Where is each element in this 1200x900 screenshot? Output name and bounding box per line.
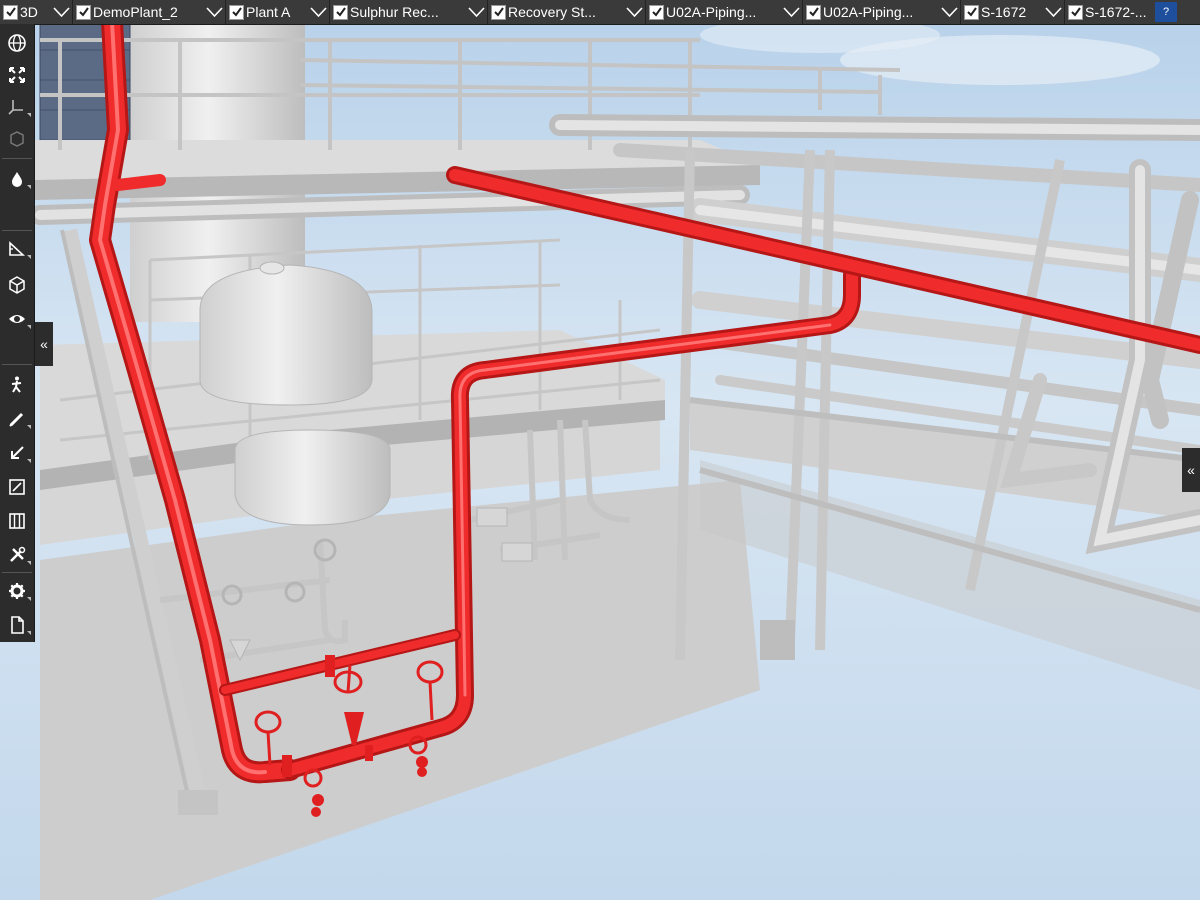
- markup-icon[interactable]: [0, 472, 34, 502]
- blank-tool[interactable]: [0, 196, 34, 226]
- chevron-down-icon[interactable]: [940, 2, 959, 22]
- chevron-down-icon[interactable]: [467, 2, 486, 22]
- walk-icon[interactable]: [0, 370, 34, 400]
- breadcrumb-label: Recovery St...: [508, 4, 596, 20]
- chevron-down-icon[interactable]: [1044, 2, 1063, 22]
- breadcrumb-item-piping-2[interactable]: U02A-Piping...: [803, 0, 961, 24]
- 3d-viewport[interactable]: [0, 0, 1200, 900]
- check-icon: [335, 7, 346, 17]
- checkbox[interactable]: [649, 4, 664, 20]
- breadcrumb-label: S-1672: [981, 4, 1027, 20]
- breadcrumb-item-sulphur[interactable]: Sulphur Rec...: [330, 0, 488, 24]
- chevron-down-icon[interactable]: [52, 2, 71, 22]
- checkbox[interactable]: [806, 4, 821, 20]
- breadcrumb-item-s1672[interactable]: S-1672: [961, 0, 1065, 24]
- pencil-icon[interactable]: [0, 404, 34, 434]
- drop-icon[interactable]: [0, 164, 34, 194]
- chevron-down-icon[interactable]: [625, 2, 644, 22]
- checkbox[interactable]: [333, 4, 348, 20]
- chevron-down-icon[interactable]: [782, 2, 801, 22]
- breadcrumb-label: Plant A: [246, 4, 291, 20]
- checkbox[interactable]: [1068, 4, 1083, 20]
- breadcrumb-label: 3D: [20, 4, 38, 20]
- table-icon[interactable]: [0, 506, 34, 536]
- breadcrumb-item-piping-1[interactable]: U02A-Piping...: [646, 0, 803, 24]
- eye-icon[interactable]: [0, 304, 34, 334]
- breadcrumb-item-3d[interactable]: 3D: [0, 0, 73, 24]
- help-button[interactable]: ?: [1155, 2, 1177, 22]
- check-icon: [966, 7, 977, 17]
- checkbox[interactable]: [76, 4, 91, 20]
- check-icon: [231, 7, 242, 17]
- fit-view-icon[interactable]: [0, 60, 34, 90]
- globe-icon[interactable]: [0, 28, 34, 58]
- document-icon[interactable]: [0, 610, 34, 640]
- breadcrumb-label: Sulphur Rec...: [350, 4, 439, 20]
- collapse-right-panel-button[interactable]: «: [1182, 448, 1200, 492]
- breadcrumb-item-s1672-sub[interactable]: S-1672-...: [1065, 0, 1200, 24]
- breadcrumb-item-recovery[interactable]: Recovery St...: [488, 0, 646, 24]
- chevron-down-icon[interactable]: [309, 2, 328, 22]
- measure-icon[interactable]: [0, 234, 34, 264]
- gear-icon[interactable]: [0, 576, 34, 606]
- breadcrumb-label: U02A-Piping...: [823, 4, 914, 20]
- breadcrumb-label: U02A-Piping...: [666, 4, 757, 20]
- check-icon: [651, 7, 662, 17]
- check-icon: [1070, 7, 1081, 17]
- check-icon: [78, 7, 89, 17]
- breadcrumb-item-demoplant[interactable]: DemoPlant_2: [73, 0, 226, 24]
- checkbox[interactable]: [964, 4, 979, 20]
- check-icon: [5, 7, 16, 17]
- cube-icon[interactable]: [0, 270, 34, 300]
- breadcrumb-item-plant[interactable]: Plant A: [226, 0, 330, 24]
- section-box-icon[interactable]: [0, 124, 34, 154]
- left-toolbar: [0, 24, 35, 642]
- arrow-icon[interactable]: [0, 438, 34, 468]
- checkbox[interactable]: [3, 4, 18, 20]
- checkbox[interactable]: [491, 4, 506, 20]
- breadcrumb: 3D DemoPlant_2 Plant A Sulphur Rec... Re…: [0, 0, 1200, 25]
- chevron-down-icon[interactable]: [205, 2, 224, 22]
- collapse-left-panel-button[interactable]: «: [35, 322, 53, 366]
- breadcrumb-label: S-1672-...: [1085, 4, 1147, 20]
- check-icon: [493, 7, 504, 17]
- axis-icon[interactable]: [0, 92, 34, 122]
- breadcrumb-label: DemoPlant_2: [93, 4, 178, 20]
- tools-icon[interactable]: [0, 540, 34, 570]
- check-icon: [808, 7, 819, 17]
- checkbox[interactable]: [229, 4, 244, 20]
